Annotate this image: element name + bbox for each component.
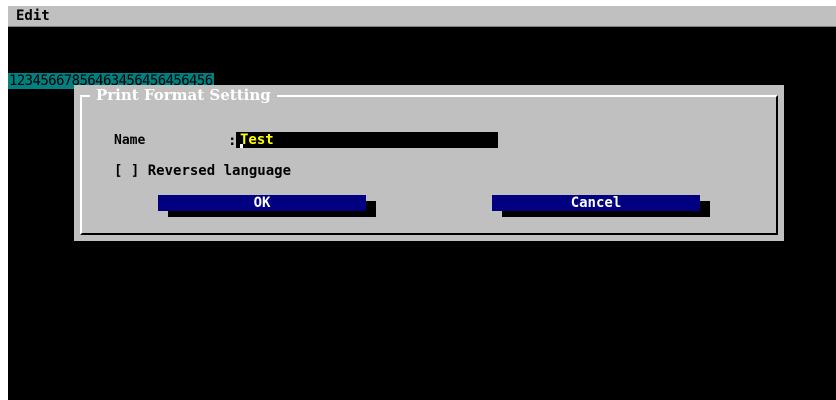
cancel-button-group: Cancel [492, 195, 710, 217]
reversed-language-checkbox[interactable]: [ ] Reversed language [114, 163, 291, 179]
cancel-button[interactable]: Cancel [492, 195, 700, 211]
print-format-dialog: Print Format Setting Name : Test [ ] Rev… [74, 85, 784, 241]
text-cursor [240, 144, 243, 148]
name-value: Test [240, 132, 274, 148]
checkbox-box: [ ] [114, 163, 140, 179]
terminal-screen: Edit 12345667856463456456456456 Print Fo… [8, 6, 836, 400]
checkbox-label: Reversed language [147, 163, 292, 179]
ok-button[interactable]: OK [158, 195, 366, 211]
dialog-title: Print Format Setting [90, 86, 277, 104]
name-input[interactable]: Test [236, 132, 498, 148]
menu-edit[interactable]: Edit [16, 8, 50, 24]
ok-button-group: OK [158, 195, 376, 217]
menu-bar: Edit [8, 6, 836, 27]
name-label: Name [114, 133, 146, 148]
